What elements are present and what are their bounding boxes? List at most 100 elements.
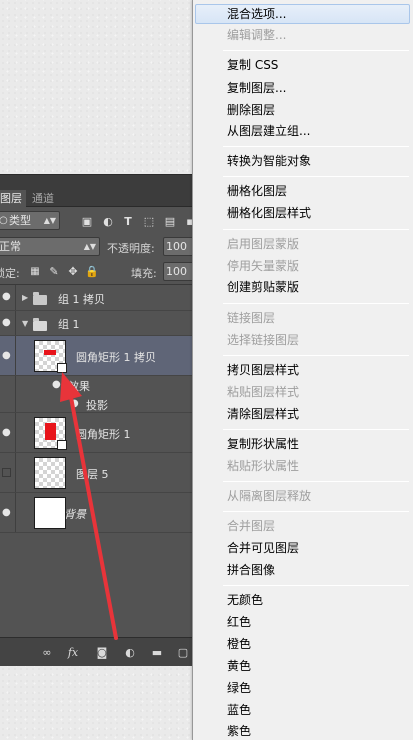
menu-item-flatten-image[interactable]: 拼合图像 [193, 560, 413, 580]
fx-icon[interactable]: fx [66, 646, 80, 660]
shape-preview [45, 423, 56, 440]
menu-item-group-from-layers[interactable]: 从图层建立组... [193, 121, 413, 141]
lock-all-icon[interactable]: 🔒 [85, 265, 99, 279]
visibility-column [0, 376, 16, 394]
layer-thumbnail [34, 340, 67, 373]
link-icon[interactable]: ∞ [40, 646, 54, 660]
lock-row: 锁定: ▦ ✎ ✥ 🔒 填充: 100 [0, 261, 192, 283]
text-filter-icon[interactable]: T [121, 215, 135, 229]
hidden-visibility-box[interactable] [2, 468, 11, 477]
layer-name: 背景 [64, 508, 86, 521]
lock-paint-icon[interactable]: ✎ [47, 265, 61, 279]
new-layer-icon[interactable]: ▢ [176, 646, 190, 660]
layer-row-background[interactable]: ● 背景 [0, 493, 192, 533]
opacity-field[interactable]: 100 [163, 237, 192, 256]
menu-item-link-layers[interactable]: 链接图层 [193, 308, 413, 328]
blend-row: 正常 ▲▼ 不透明度: 100 [0, 235, 192, 259]
eye-icon[interactable]: ● [70, 399, 80, 409]
menu-item-copy-css[interactable]: 复制 CSS [193, 55, 413, 75]
new-group-icon[interactable]: ▬ [150, 646, 164, 660]
eye-icon[interactable]: ● [2, 351, 12, 361]
menu-item-color-red[interactable]: 红色 [193, 612, 413, 632]
menu-item-duplicate-layer[interactable]: 复制图层... [193, 78, 413, 98]
layer-thumbnail [34, 417, 67, 450]
visibility-column: ● [0, 413, 16, 452]
menu-item-paste-shape-attributes[interactable]: 粘贴形状属性 [193, 456, 413, 476]
blend-mode-value: 正常 [0, 240, 21, 253]
menu-item-release-from-isolation[interactable]: 从隔离图层释放 [193, 486, 413, 506]
menu-item-merge-visible[interactable]: 合并可见图层 [193, 538, 413, 558]
vector-shape-icon [57, 363, 67, 373]
menu-item-merge-layers[interactable]: 合并图层 [193, 516, 413, 536]
layer-effects-row[interactable]: ● 效果 [0, 376, 192, 394]
layer-name: 图层 5 [76, 468, 109, 481]
layers-panel: 图层 通道 ○ 类型 ▲▼ ▣ ◐ T ⬚ ▤ ▪ 正常 ▲▼ 不透明度: 10… [0, 174, 192, 666]
layer-name: 圆角矩形 1 拷贝 [76, 351, 156, 364]
expand-triangle-icon[interactable]: ▶ [22, 293, 28, 302]
shape-filter-icon[interactable]: ⬚ [142, 215, 156, 229]
vector-shape-icon [57, 440, 67, 450]
folder-icon [33, 292, 47, 305]
menu-item-disable-vector-mask[interactable]: 停用矢量蒙版 [193, 256, 413, 276]
fill-field[interactable]: 100 [163, 262, 192, 281]
blend-mode-select[interactable]: 正常 ▲▼ [0, 237, 100, 256]
layer-list: ● ▶ 组 1 拷贝 ● ▼ 组 1 ● 圆角矩形 1 拷贝 ● 效果 ● 投影… [0, 284, 192, 628]
menu-separator [223, 511, 409, 512]
menu-item-copy-shape-attributes[interactable]: 复制形状属性 [193, 434, 413, 454]
layer-row-layer5[interactable]: 图层 5 [0, 453, 192, 493]
layer-row-rounded-rect-copy[interactable]: ● 圆角矩形 1 拷贝 [0, 336, 192, 376]
visibility-column [0, 394, 16, 412]
eye-icon[interactable]: ● [2, 292, 12, 302]
mask-icon[interactable]: ◙ [95, 646, 109, 660]
menu-item-edit-adjustment[interactable]: 编辑调整... [193, 25, 413, 45]
eye-icon[interactable]: ● [2, 508, 12, 518]
collapse-triangle-icon[interactable]: ▼ [22, 319, 28, 328]
visibility-column [0, 453, 16, 492]
menu-item-clear-layer-style[interactable]: 清除图层样式 [193, 404, 413, 424]
menu-item-color-orange[interactable]: 橙色 [193, 634, 413, 654]
image-filter-icon[interactable]: ▣ [80, 215, 94, 229]
search-icon: ○ [0, 212, 8, 229]
menu-item-copy-layer-style[interactable]: 拷贝图层样式 [193, 360, 413, 380]
menu-item-delete-layer[interactable]: 删除图层 [193, 100, 413, 120]
layer-row-group[interactable]: ● ▼ 组 1 [0, 311, 192, 336]
menu-item-select-linked-layers[interactable]: 选择链接图层 [193, 330, 413, 350]
eye-icon[interactable]: ● [2, 318, 12, 328]
tab-channels[interactable]: 通道 [28, 190, 54, 207]
opacity-value: 100 [166, 240, 187, 253]
menu-separator [223, 229, 409, 230]
menu-item-convert-smart-object[interactable]: 转换为智能对象 [193, 151, 413, 171]
menu-item-paste-layer-style[interactable]: 粘贴图层样式 [193, 382, 413, 402]
menu-item-color-yellow[interactable]: 黄色 [193, 656, 413, 676]
layer-name: 圆角矩形 1 [76, 428, 131, 441]
layer-effect-drop-shadow[interactable]: ● 投影 [0, 394, 192, 413]
layers-bottom-toolbar: ∞ fx ◙ ◐ ▬ ▢ [0, 637, 192, 666]
layer-row-group-copy[interactable]: ● ▶ 组 1 拷贝 [0, 285, 192, 311]
menu-item-color-blue[interactable]: 蓝色 [193, 700, 413, 720]
adjustment-icon[interactable]: ◐ [123, 646, 137, 660]
adjust-filter-icon[interactable]: ◐ [101, 215, 115, 229]
eye-icon[interactable]: ● [2, 428, 12, 438]
lock-position-icon[interactable]: ✥ [66, 265, 80, 279]
menu-item-create-clipping-mask[interactable]: 创建剪贴蒙版 [193, 277, 413, 297]
filter-row: ○ 类型 ▲▼ ▣ ◐ T ⬚ ▤ ▪ [0, 209, 192, 233]
tab-layers[interactable]: 图层 [0, 190, 26, 207]
lock-transparent-icon[interactable]: ▦ [28, 265, 42, 279]
menu-separator [223, 176, 409, 177]
menu-item-rasterize-layer-style[interactable]: 栅格化图层样式 [193, 203, 413, 223]
visibility-column: ● [0, 336, 16, 375]
menu-separator [223, 429, 409, 430]
menu-item-color-violet[interactable]: 紫色 [193, 721, 413, 740]
menu-item-rasterize-layer[interactable]: 栅格化图层 [193, 181, 413, 201]
visibility-column: ● [0, 493, 16, 532]
menu-separator [223, 50, 409, 51]
smart-object-filter-icon[interactable]: ▤ [163, 215, 177, 229]
menu-item-color-none[interactable]: 无颜色 [193, 590, 413, 610]
menu-item-color-green[interactable]: 绿色 [193, 678, 413, 698]
menu-item-blending-options[interactable]: 混合选项... [195, 4, 410, 24]
filter-toggle-icon[interactable]: ▪ [183, 215, 192, 229]
filter-type-select[interactable]: ○ 类型 ▲▼ [0, 211, 60, 230]
layer-row-rounded-rect[interactable]: ● 圆角矩形 1 [0, 413, 192, 453]
eye-icon[interactable]: ● [52, 380, 62, 390]
menu-item-enable-layer-mask[interactable]: 启用图层蒙版 [193, 234, 413, 254]
